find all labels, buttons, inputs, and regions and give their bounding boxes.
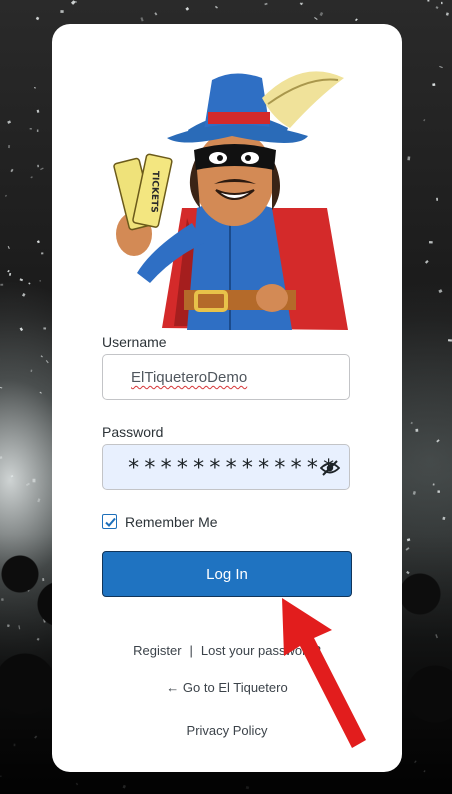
password-input[interactable]: *************: [102, 444, 350, 490]
password-value: *************: [127, 456, 339, 481]
checkmark-icon: [105, 517, 116, 527]
login-button[interactable]: Log In: [102, 551, 352, 597]
login-card: TICKETS Username ElTiqueteroDemo Passwor…: [52, 24, 402, 772]
back-to-site: ← Go to El Tiquetero: [52, 680, 402, 695]
ticket-label: TICKETS: [148, 171, 159, 213]
remember-me-label: Remember Me: [125, 514, 218, 530]
remember-me-checkbox[interactable]: [102, 514, 117, 529]
mascot-illustration: TICKETS: [113, 71, 348, 330]
link-separator: |: [189, 643, 193, 658]
back-to-site-link[interactable]: ← Go to El Tiquetero: [166, 680, 287, 695]
username-label: Username: [102, 334, 167, 350]
privacy-policy: Privacy Policy: [52, 723, 402, 738]
password-label: Password: [102, 424, 164, 440]
eye-slash-icon[interactable]: [320, 458, 340, 478]
register-link[interactable]: Register: [133, 643, 181, 658]
privacy-policy-link[interactable]: Privacy Policy: [187, 723, 268, 738]
lost-password-link[interactable]: Lost your password?: [201, 643, 321, 658]
account-links: Register | Lost your password?: [52, 643, 402, 658]
username-value: ElTiqueteroDemo: [131, 369, 248, 386]
username-input[interactable]: ElTiqueteroDemo: [102, 354, 350, 400]
